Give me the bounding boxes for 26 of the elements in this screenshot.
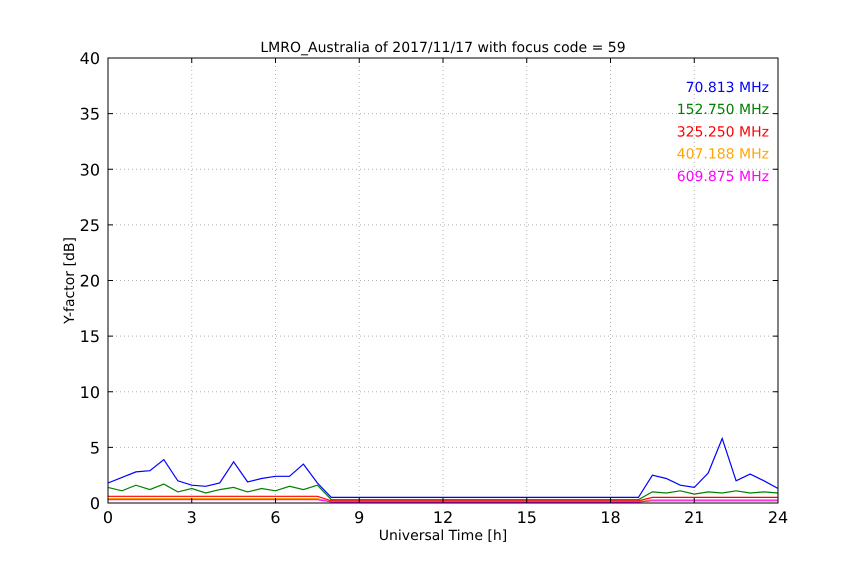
tick-label: 21 (684, 508, 704, 527)
tick-label: 3 (186, 508, 197, 527)
tick-label: 6 (270, 508, 281, 527)
tick-label: 30 (80, 160, 100, 180)
legend-label: 407.188 MHz (676, 146, 769, 163)
tick-label: 35 (80, 104, 100, 124)
tick-label: 0 (102, 508, 114, 527)
tick-label: 25 (80, 216, 100, 235)
tick-label: 15 (516, 508, 537, 527)
tick-label: 18 (600, 508, 621, 527)
tick-label: 9 (354, 508, 364, 527)
tick-label: 40 (80, 49, 100, 68)
tick-label: 20 (80, 272, 100, 290)
legend-label: 152.750 MHz (676, 102, 769, 118)
legend-label: 325.250 MHz (676, 124, 769, 140)
tick-label: 5 (90, 438, 100, 458)
tick-label: 10 (80, 382, 100, 402)
tick-label: 24 (768, 508, 788, 527)
tick-label: 0 (90, 494, 100, 513)
chart-title: LMRO_Australia of 2017/11/17 with focus code = 59 (260, 40, 626, 56)
tick-label: 12 (432, 508, 454, 527)
legend-label: 70.813 MHz (686, 80, 769, 96)
x-axis-label: Universal Time [h] (378, 528, 508, 544)
y-axis-label: Y-factor [dB] (62, 237, 78, 324)
tick-label: 15 (80, 327, 100, 346)
legend-label: 609.875 MHz (676, 168, 769, 185)
